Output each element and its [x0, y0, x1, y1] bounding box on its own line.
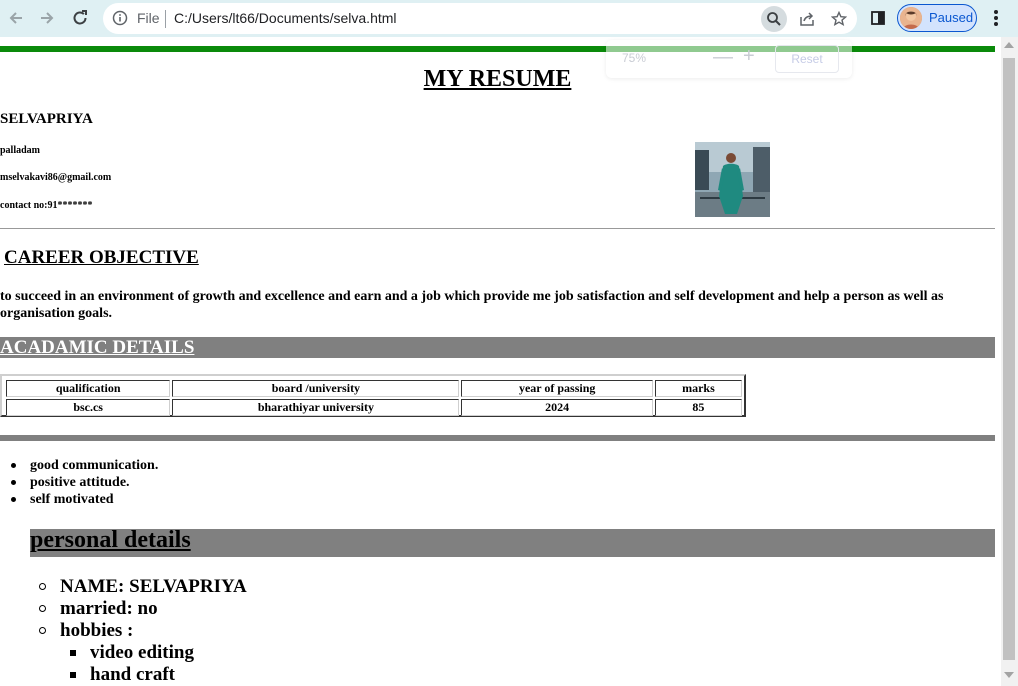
- zoom-icon[interactable]: [761, 6, 787, 32]
- share-icon[interactable]: [794, 6, 820, 32]
- scrollbar-thumb[interactable]: [1003, 58, 1015, 660]
- horizontal-rule: [0, 228, 995, 229]
- zoom-in-button[interactable]: +: [743, 45, 755, 68]
- reload-icon[interactable]: [68, 6, 92, 30]
- star-icon[interactable]: [826, 6, 852, 32]
- list-item: video editing: [70, 642, 277, 664]
- hobbies-label: hobbies :: [60, 620, 134, 641]
- scroll-up-arrow[interactable]: [1004, 42, 1014, 48]
- location: palladam: [0, 145, 41, 156]
- list-item: positive attitude.: [10, 474, 158, 491]
- zoom-popup: 75% — + Reset: [606, 40, 852, 78]
- cell-qualification: bsc.cs: [6, 399, 171, 416]
- personal-name: NAME: SELVAPRIYA: [39, 576, 247, 597]
- url-text[interactable]: C:/Users/lt66/Documents/selva.html: [174, 10, 397, 26]
- avatar: [900, 7, 922, 29]
- file-label: File: [137, 10, 160, 26]
- cell-board: bharathiyar university: [172, 399, 460, 416]
- hobbies-list: video editing hand craft: [70, 642, 277, 686]
- info-icon[interactable]: [112, 10, 128, 29]
- scroll-down-arrow[interactable]: [1004, 672, 1014, 678]
- personal-details-list: NAME: SELVAPRIYA married: no hobbies : v…: [39, 576, 247, 686]
- skills-list: good communication. positive attitude. s…: [10, 457, 159, 508]
- address-bar[interactable]: File C:/Users/lt66/Documents/selva.html: [103, 3, 857, 34]
- table-header-row: qualification board /university year of …: [6, 380, 742, 397]
- header-board: board /university: [172, 380, 460, 397]
- zoom-out-button[interactable]: —: [713, 46, 733, 69]
- list-item: hand craft: [70, 664, 277, 686]
- academic-table: qualification board /university year of …: [0, 374, 746, 417]
- career-objective-text: to succeed in an environment of growth a…: [0, 289, 944, 321]
- back-arrow-icon[interactable]: [4, 6, 28, 30]
- sidepanel-icon[interactable]: [866, 6, 890, 30]
- career-objective-heading: CAREER OBJECTIVE: [4, 247, 199, 268]
- cell-year: 2024: [461, 399, 653, 416]
- personal-details-heading: personal details: [30, 527, 191, 553]
- list-item: self motivated: [10, 491, 158, 508]
- personal-married: married: no: [39, 598, 247, 620]
- academic-heading: ACADAMIC DETAILS: [0, 337, 195, 358]
- zoom-level: 75%: [622, 51, 647, 65]
- omnibox-divider: [165, 10, 166, 28]
- browser-toolbar: File C:/Users/lt66/Documents/selva.html …: [0, 0, 1018, 37]
- profile-status: Paused: [929, 10, 974, 25]
- header-year: year of passing: [461, 380, 653, 397]
- profile-button[interactable]: Paused: [897, 4, 977, 32]
- forward-arrow-icon[interactable]: [35, 6, 59, 30]
- kebab-menu-icon[interactable]: [984, 6, 1008, 30]
- section-divider-bar: [0, 435, 995, 441]
- header-qualification: qualification: [6, 380, 171, 397]
- personal-hobbies: hobbies : video editing hand craft: [39, 620, 247, 686]
- cell-marks: 85: [654, 399, 742, 416]
- profile-photo: [695, 142, 770, 217]
- table-row: bsc.cs bharathiyar university 2024 85: [6, 399, 742, 416]
- contact-number: contact no:91*******: [0, 200, 93, 211]
- candidate-name: SELVAPRIYA: [0, 111, 93, 127]
- zoom-reset-button[interactable]: Reset: [775, 45, 839, 73]
- header-marks: marks: [654, 380, 742, 397]
- email: mselvakavi86@gmail.com: [0, 172, 112, 183]
- list-item: good communication.: [10, 458, 159, 473]
